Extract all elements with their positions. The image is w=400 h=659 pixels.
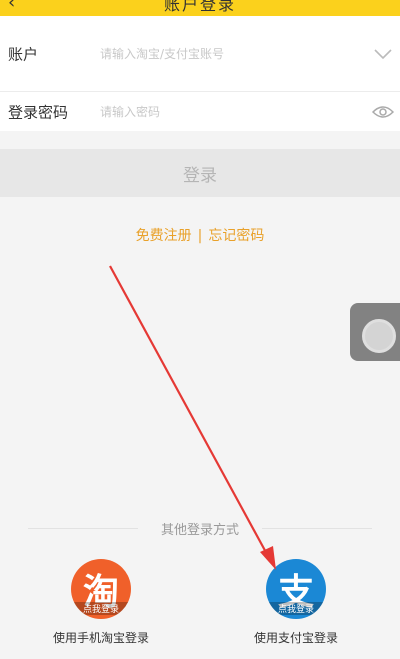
red-arrow-annotation xyxy=(109,265,276,570)
